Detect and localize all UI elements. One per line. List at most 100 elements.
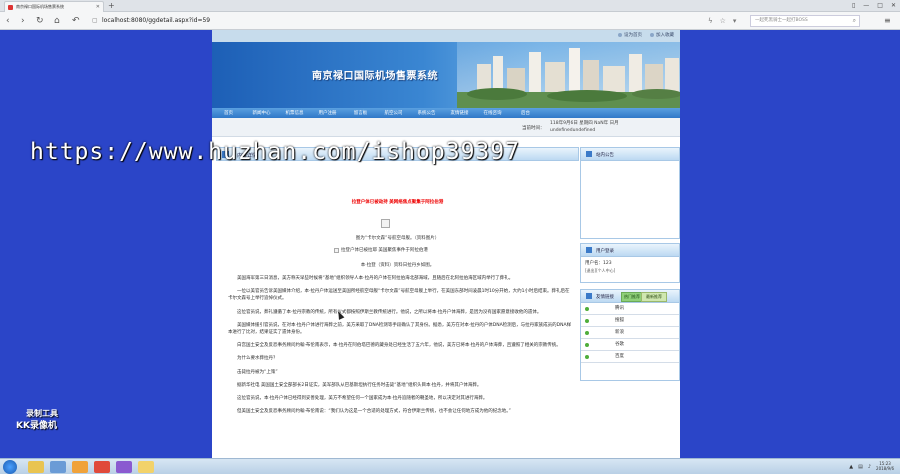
app-icon[interactable] [72, 461, 88, 473]
link-item[interactable]: 腾讯 [581, 303, 679, 315]
page-info-icon[interactable]: ▢ [92, 15, 98, 27]
dropdown-icon[interactable]: ▾ [733, 15, 737, 27]
nav-item[interactable]: 新闻中心 [245, 110, 278, 116]
link-item[interactable]: 谷歌 [581, 339, 679, 351]
sidebar: 站内公告 用户登录 用户名：123 [退出][个人中心] 友情链接 热门推荐 最… [580, 147, 680, 458]
browser-icon[interactable] [94, 461, 110, 473]
volume-icon[interactable]: ♪ [868, 461, 871, 473]
broken-image-2: 拉登户体已被拉耶 美国聚焦事件于阿拉伯港 [334, 247, 428, 253]
nav-item[interactable]: 友情链接 [443, 110, 476, 116]
user-actions-link[interactable]: [退出][个人中心] [581, 266, 679, 274]
link-item[interactable]: 新浪 [581, 327, 679, 339]
login-title: 用户登录 [596, 249, 614, 254]
recorder-watermark: 录制工具 KK录像机 [16, 408, 58, 432]
clock-date: 2018/9/6 [876, 466, 894, 471]
forward-icon[interactable]: › [21, 15, 25, 27]
app-icon[interactable] [138, 461, 154, 473]
link-item[interactable]: 百度 [581, 351, 679, 363]
nav-item[interactable]: 后台 [509, 110, 542, 116]
clock[interactable]: 15:23 2018/9/6 [876, 461, 894, 473]
news-headline: 拉登户体已被劫持 美网络焦点聚集于阿拉伯港 [351, 200, 444, 205]
maximize-icon[interactable]: □ [877, 1, 883, 11]
link-item[interactable]: 搜狐 [581, 315, 679, 327]
banner-title: 南京禄口国际机场售票系统 [312, 71, 438, 82]
menu-icon[interactable]: ≡ [884, 15, 891, 27]
search-placeholder: 一起死黑骑士一起打BOSS [755, 18, 808, 23]
app-icon[interactable] [50, 461, 66, 473]
network-icon[interactable]: ▤ [858, 461, 863, 473]
content-panel: 内容详情 拉登户体已被劫持 美网络焦点聚集于阿拉伯港 图为“卡尔文森”号航空母舰… [216, 147, 579, 458]
address-actions: ϟ ☆ ▾ [708, 15, 736, 27]
minimize-icon[interactable]: — [863, 1, 869, 11]
nav-item[interactable]: 在线咨询 [476, 110, 509, 116]
article-paragraph: 这位官员说，葬礼遵循了本·拉丹宗教的传统，所有仪式都按照伊斯兰教传统进行。他说，… [237, 309, 542, 315]
tab-hot[interactable]: 热门推荐 [621, 292, 643, 302]
nav-item[interactable]: 留言板 [344, 110, 377, 116]
home-icon[interactable]: ⌂ [54, 15, 60, 27]
add-favorite-link[interactable]: 加入收藏 [650, 32, 674, 38]
top-links: 设为首页 加入收藏 [618, 32, 674, 38]
site-favicon-icon [8, 4, 13, 10]
new-tab-button[interactable]: + [108, 1, 115, 11]
taskbar: ▲ ▤ ♪ 15:23 2018/9/6 [0, 458, 900, 474]
current-time-label: 当前时间： [522, 126, 545, 131]
home-dot-icon [618, 33, 622, 37]
article-paragraph: 一位以美官员告诉美国媒体介绍，本·拉丹户体运送至美国所经航空母舰“卡尔文森”号航… [228, 289, 570, 302]
close-tab-icon[interactable]: ✕ [96, 4, 100, 10]
bullet-icon [585, 355, 589, 359]
bullet-icon [585, 343, 589, 347]
start-button[interactable] [3, 460, 17, 474]
reload-icon[interactable]: ↻ [36, 15, 44, 27]
browser-tab[interactable]: 南京禄口国际机场售票系统 ✕ [4, 1, 104, 12]
recorder-line-1: 录制工具 [26, 409, 58, 418]
system-tray: ▲ ▤ ♪ 15:23 2018/9/6 [849, 461, 894, 473]
site-banner: 南京禄口国际机场售票系统 [212, 42, 680, 108]
article-paragraph: 据新华社电 美国国土安全部部长2日证实，美军部队从巴基斯坦执行任务时击毙“基地”… [237, 382, 482, 388]
broken-image-icon [381, 219, 390, 228]
explorer-icon[interactable] [28, 461, 44, 473]
lightning-icon[interactable]: ϟ [708, 15, 713, 27]
tab-new[interactable]: 最新推荐 [641, 292, 667, 302]
image-caption-1: 图为“卡尔文森”号航空母舰。（资料图片） [355, 236, 440, 241]
tray-icon[interactable]: ▲ [849, 461, 853, 473]
undo-icon[interactable]: ↶ [72, 15, 80, 27]
bullet-icon [585, 307, 589, 311]
favorite-dot-icon [650, 33, 654, 37]
address-field[interactable]: ▢ localhost:8080/ggdetail.aspx?id=59 [92, 15, 692, 27]
announcement-box: 站内公告 [580, 147, 680, 239]
article-paragraph: 白宫国土安全及反恐事务顾问约翰·布伦南表示，本·拉丹在阿伯塔巴德的藏身处已经生活… [237, 343, 561, 349]
address-text: localhost:8080/ggdetail.aspx?id=59 [102, 17, 211, 24]
article-paragraph: 为什么要水葬拉丹？ [237, 356, 278, 362]
nav-item[interactable]: 机票信息 [278, 110, 311, 116]
article-body: 美国海军第三日消息，美方称天早些时候将“基地”组织领导人本·拉丹的户体在阿拉伯海… [228, 275, 573, 421]
search-icon[interactable]: ⌕ [853, 16, 856, 26]
announcement-title: 站内公告 [596, 153, 614, 158]
nav-item[interactable]: 用户注册 [311, 110, 344, 116]
url-watermark: https://www.huzhan.com/ishop39397 [30, 139, 520, 165]
recorder-line-2: KK录像机 [16, 421, 57, 431]
search-input[interactable]: 一起死黑骑士一起打BOSS ⌕ [750, 15, 860, 27]
login-icon [586, 247, 592, 253]
nav-item[interactable]: 系统公告 [410, 110, 443, 116]
visual-studio-icon[interactable] [116, 461, 132, 473]
article-paragraph: 美国媒体援引官员说，在对本·拉丹户体进行海葬之前，美方采取了DNA检测等手段确认… [228, 322, 572, 336]
nav-item[interactable]: 首页 [212, 110, 245, 116]
bullet-icon [585, 331, 589, 335]
browser-tab-bar: 南京禄口国际机场售票系统 ✕ + ▯ — □ ✕ [0, 0, 900, 12]
announcement-header: 站内公告 [581, 148, 679, 161]
set-homepage-link[interactable]: 设为首页 [618, 32, 642, 38]
info-bar: 当前时间： 118年9月6日 星期四 NaN年 日月 undefinedunde… [212, 118, 680, 137]
current-time-value: 118年9月6日 星期四 NaN年 日月 undefinedundefined [550, 121, 619, 133]
star-icon[interactable]: ☆ [720, 15, 726, 27]
announcement-icon [586, 151, 592, 157]
restore-icon[interactable]: ▯ [852, 1, 855, 11]
article-paragraph: 击毙拉丹被为“上策” [237, 369, 278, 375]
links-header: 友情链接 热门推荐 最新推荐 [581, 290, 679, 303]
image-alt-text-2: 拉登户体已被拉耶 美国聚焦事件于阿拉伯港 [341, 248, 428, 253]
close-window-icon[interactable]: ✕ [891, 1, 896, 11]
page-viewport: 设为首页 加入收藏 南京禄口国际机场售票系统 首页 新闻中心 机票信息 用户注册… [0, 30, 900, 458]
back-icon[interactable]: ‹ [6, 15, 10, 27]
nav-item[interactable]: 航空公司 [377, 110, 410, 116]
browser-tab-title: 南京禄口国际机场售票系统 [16, 4, 64, 9]
links-title: 友情链接 [596, 295, 614, 300]
